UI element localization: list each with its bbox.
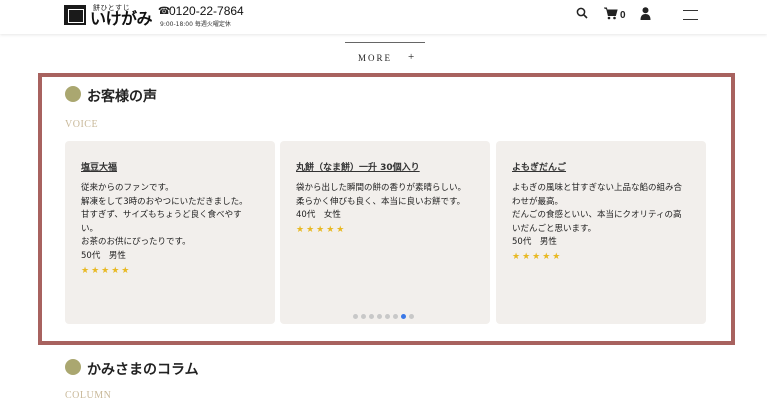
- review-card: 塩豆大福 従来からのファンです。 解凍をして3時のおやつにいただきました。 甘す…: [65, 141, 275, 324]
- carousel-dot[interactable]: [353, 314, 358, 319]
- more-divider: [345, 42, 425, 43]
- carousel-dot[interactable]: [361, 314, 366, 319]
- business-hours: 9:00-18:00 毎週火曜定休: [160, 21, 231, 28]
- carousel-dot[interactable]: [369, 314, 374, 319]
- review-card: 丸餅（なま餅）一升 30個入り 袋から出した瞬間の餅の香りが素晴らしい。 柔らか…: [280, 141, 490, 324]
- column-section-subtitle: COLUMN: [65, 390, 112, 401]
- review-product-link[interactable]: 丸餅（なま餅）一升 30個入り: [296, 160, 420, 173]
- carousel-dot[interactable]: [385, 314, 390, 319]
- carousel-dot[interactable]: [409, 314, 414, 319]
- phone-number[interactable]: 0120-22-7864: [169, 4, 244, 18]
- section-dot-icon: [65, 359, 81, 375]
- voice-section-subtitle: VOICE: [65, 119, 99, 130]
- review-text: 従来からのファンです。 解凍をして3時のおやつにいただきました。 甘すぎず、サイ…: [81, 183, 248, 261]
- star-rating: ★★★★★: [81, 266, 132, 276]
- more-button[interactable]: MORE: [358, 53, 392, 63]
- logo-text[interactable]: いけがみ: [90, 10, 153, 28]
- plus-icon[interactable]: +: [408, 51, 414, 63]
- search-icon[interactable]: [576, 7, 588, 23]
- hamburger-menu-icon[interactable]: [683, 10, 698, 20]
- account-icon[interactable]: [640, 7, 652, 21]
- review-text: 袋から出した瞬間の餅の香りが素晴らしい。 柔らかく伸びも良く、本当に良いお餅です…: [296, 183, 467, 221]
- review-text: よもぎの風味と甘すぎない上品な餡の組み合 わせが最高。 だんごの食感といい、本当…: [512, 183, 683, 248]
- review-product-link[interactable]: 塩豆大福: [81, 160, 117, 173]
- review-product-link[interactable]: よもぎだんご: [512, 160, 566, 173]
- section-dot-icon: [65, 86, 81, 102]
- carousel-pagination: [353, 314, 414, 319]
- voice-section-title: お客様の声: [87, 89, 157, 105]
- review-card: よもぎだんご よもぎの風味と甘すぎない上品な餡の組み合 わせが最高。 だんごの食…: [496, 141, 706, 324]
- logo-mark-icon[interactable]: [64, 5, 86, 25]
- cart-icon[interactable]: [604, 7, 618, 24]
- carousel-dot[interactable]: [377, 314, 382, 319]
- carousel-dot[interactable]: [401, 314, 406, 319]
- carousel-dot[interactable]: [393, 314, 398, 319]
- star-rating: ★★★★★: [512, 252, 563, 262]
- column-section-title: かみさまのコラム: [87, 362, 199, 378]
- site-header: 餅ひとすじ いけがみ ☎ 0120-22-7864 9:00-18:00 毎週火…: [0, 0, 767, 34]
- cart-count-badge: 0: [620, 10, 626, 21]
- star-rating: ★★★★★: [296, 225, 347, 235]
